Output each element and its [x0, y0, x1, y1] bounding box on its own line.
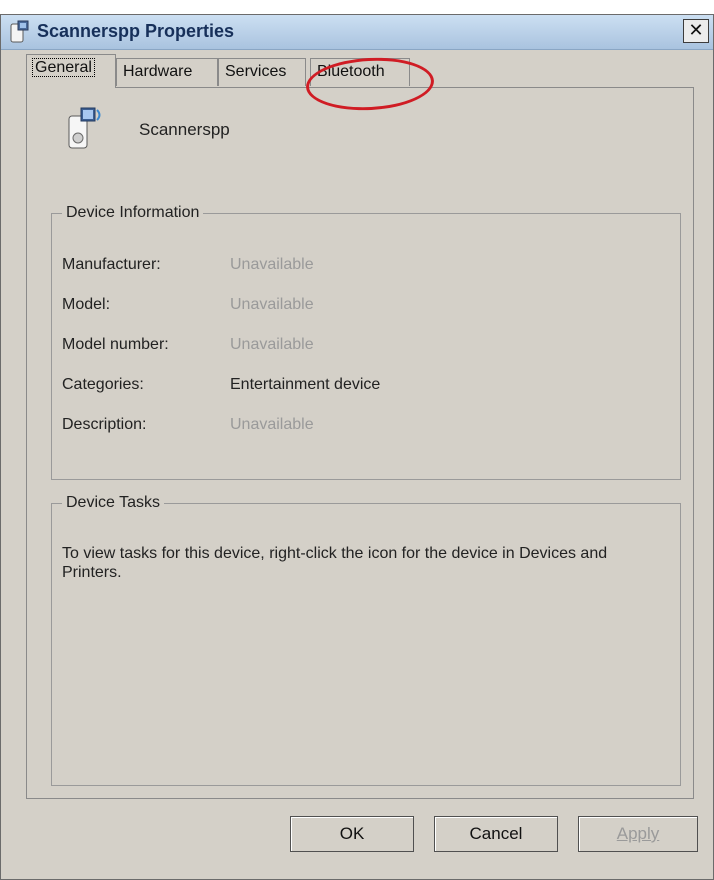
info-value: Unavailable [230, 256, 314, 273]
info-value: Unavailable [230, 336, 314, 353]
info-row-model: Model: Unavailable [62, 296, 314, 314]
device-information-group: Device Information Manufacturer: Unavail… [51, 204, 681, 480]
info-row-manufacturer: Manufacturer: Unavailable [62, 256, 314, 274]
speaker-device-icon [68, 107, 101, 149]
info-value: Unavailable [230, 416, 314, 433]
device-tasks-legend: Device Tasks [66, 494, 160, 511]
info-row-description: Description: Unavailable [62, 416, 314, 434]
tab-services[interactable]: Services [218, 58, 306, 86]
info-label: Categories: [62, 376, 144, 393]
close-icon: ✕ [688, 20, 704, 40]
device-name: Scannerspp [139, 120, 230, 139]
bluetooth-device-icon [10, 20, 29, 43]
close-button[interactable]: ✕ [683, 19, 709, 43]
general-tab-panel: Scannerspp Device Information Manufactur… [26, 87, 694, 799]
info-value: Unavailable [230, 296, 314, 313]
tab-hardware[interactable]: Hardware [116, 58, 218, 86]
info-label: Description: [62, 416, 147, 433]
device-information-legend: Device Information [66, 204, 200, 221]
device-tasks-group: Device Tasks To view tasks for this devi… [51, 494, 681, 786]
info-label: Model: [62, 296, 111, 313]
apply-button[interactable]: Apply [578, 816, 698, 852]
info-label: Model number: [62, 336, 169, 353]
info-row-categories: Categories: Entertainment device [62, 376, 380, 394]
ok-button[interactable]: OK [290, 816, 414, 852]
title-bar[interactable]: Scannerspp Properties ✕ [1, 15, 713, 50]
cancel-button[interactable]: Cancel [434, 816, 558, 852]
info-value: Entertainment device [230, 376, 381, 393]
info-label: Manufacturer: [62, 256, 161, 273]
info-row-model-number: Model number: Unavailable [62, 336, 314, 354]
device-tasks-text: To view tasks for this device, right-cli… [62, 545, 608, 581]
tab-general[interactable]: General [26, 54, 116, 88]
window-title: Scannerspp Properties [37, 21, 235, 41]
